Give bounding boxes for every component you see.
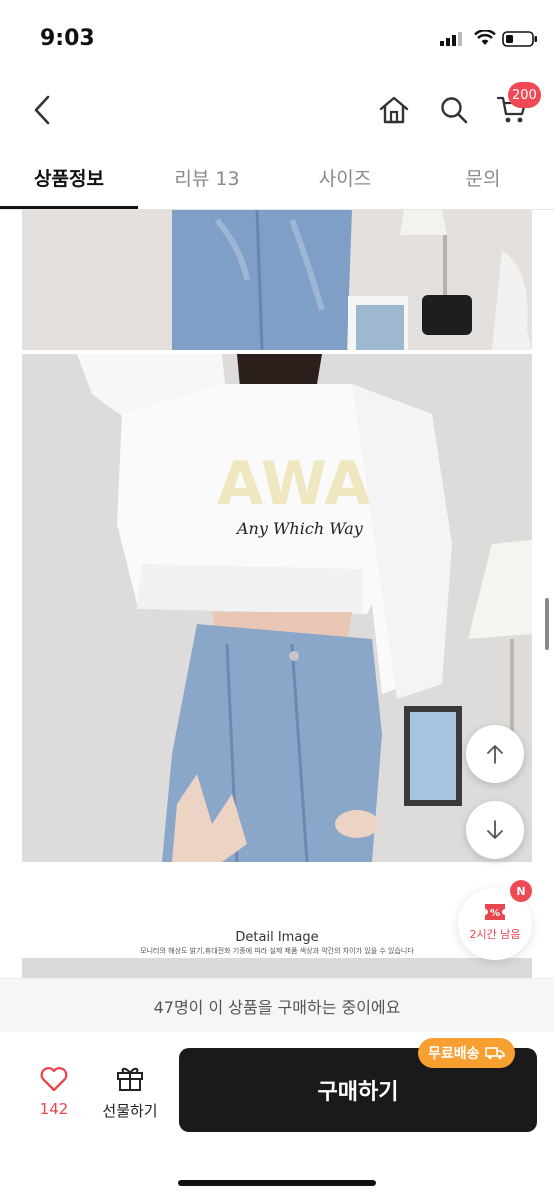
- back-button[interactable]: [22, 90, 62, 130]
- product-photo-detail: [22, 958, 532, 978]
- signal-icon: [440, 32, 462, 46]
- tab-inquiry[interactable]: 문의: [414, 144, 552, 210]
- bottom-action-bar: 142 선물하기 구매하기 무료배송: [0, 1032, 554, 1200]
- active-tab-indicator: [0, 206, 138, 209]
- shirt-print-letters: AWA: [217, 449, 371, 519]
- cart-count-badge: 200: [508, 82, 541, 108]
- home-button[interactable]: [374, 90, 414, 130]
- free-shipping-badge: 무료배송: [418, 1038, 515, 1068]
- gift-icon: [117, 1067, 143, 1091]
- product-tabs: 상품정보 리뷰 13 사이즈 문의: [0, 144, 554, 210]
- heart-icon: [40, 1067, 68, 1092]
- battery-icon: [502, 31, 537, 47]
- free-shipping-label: 무료배송: [428, 1046, 480, 1062]
- status-bar: 9:03: [0, 0, 554, 72]
- product-photo-jeans: [22, 210, 532, 350]
- product-detail-content: AWA Any Which Way Detail Image 모니터의 해상도 …: [0, 210, 554, 978]
- home-indicator: [178, 1180, 376, 1186]
- gift-label: 선물하기: [102, 1102, 158, 1120]
- scrollbar[interactable]: [545, 598, 549, 650]
- truck-icon: [484, 1047, 505, 1060]
- scroll-down-button[interactable]: [466, 801, 524, 859]
- jeans-photo-illustration: [22, 210, 532, 350]
- product-photo-model: AWA Any Which Way: [22, 354, 532, 862]
- new-badge: N: [510, 880, 532, 902]
- shirt-script-text: Any Which Way: [235, 519, 364, 538]
- coupon-icon: %: [485, 904, 505, 920]
- like-button[interactable]: 142: [24, 1066, 84, 1118]
- gift-button[interactable]: 선물하기: [96, 1064, 164, 1121]
- model-photo-illustration: AWA Any Which Way: [22, 354, 532, 862]
- svg-text:%: %: [490, 908, 500, 919]
- chevron-left-icon: [34, 95, 50, 125]
- search-icon: [441, 97, 468, 124]
- top-nav-bar: [0, 72, 554, 144]
- coupon-timer-label: 2시간 남음: [469, 928, 521, 941]
- tab-reviews[interactable]: 리뷰 13: [138, 144, 276, 210]
- home-icon: [379, 96, 409, 124]
- tab-product-info[interactable]: 상품정보: [0, 144, 138, 210]
- search-button[interactable]: [434, 90, 474, 130]
- status-time: 9:03: [40, 26, 95, 51]
- purchase-activity-notice: 47명이 이 상품을 구매하는 중이에요: [0, 978, 554, 1032]
- wifi-icon: [474, 30, 496, 45]
- arrow-up-icon: [487, 745, 503, 764]
- tab-size[interactable]: 사이즈: [276, 144, 414, 210]
- scroll-up-button[interactable]: [466, 725, 524, 783]
- arrow-down-icon: [487, 820, 503, 839]
- like-count: 142: [39, 1100, 69, 1118]
